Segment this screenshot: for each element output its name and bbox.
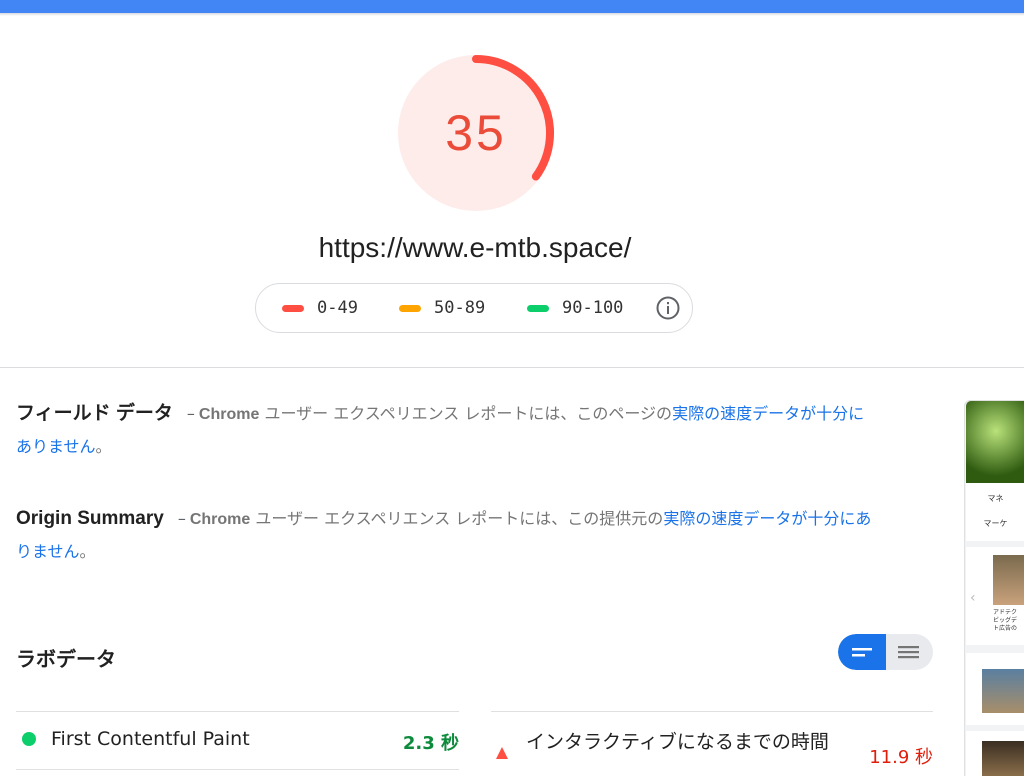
thumbnail-ad-3: ト広告の xyxy=(993,625,1018,632)
fail-pill-icon xyxy=(282,304,304,312)
legend-label-average: 50-89 xyxy=(434,298,486,318)
thumbnail-hero-image xyxy=(966,401,1024,483)
score-legend: 0-49 50-89 90-100 xyxy=(255,283,693,333)
legend-label-pass: 90-100 xyxy=(562,298,624,318)
top-bar-shadow xyxy=(0,13,1024,16)
field-data-text: ユーザー エクスペリエンス レポートには、このページの xyxy=(259,404,673,423)
thumbnail-nav-2: マーケ xyxy=(983,519,1008,528)
thumbnail-card-image xyxy=(993,555,1024,605)
metric-view-toggle[interactable] xyxy=(838,634,933,670)
metric-divider-left xyxy=(16,711,459,712)
legend-item-average: 50-89 xyxy=(399,284,485,332)
section-divider xyxy=(0,367,1024,368)
pass-dot-icon xyxy=(22,732,36,746)
metric-fcp-value: 2.3 秒 xyxy=(402,733,459,754)
metric-tti-value: 11.9 秒 xyxy=(869,747,933,768)
field-data-end: 。 xyxy=(95,437,112,456)
thumbnail-card-2 xyxy=(966,653,1024,725)
metric-tti-label: インタラクティブになるまでの時間 xyxy=(526,731,829,753)
metric-divider-right xyxy=(491,711,933,712)
thumbnail-card-3-image xyxy=(982,741,1024,776)
origin-summary-section: Origin Summary – Chrome ユーザー エクスペリエンス レポート… xyxy=(16,503,872,568)
field-data-title: フィールド データ xyxy=(16,403,173,424)
field-data-chrome: Chrome xyxy=(198,406,260,423)
metric-fcp-label: First Contentful Paint xyxy=(51,728,250,750)
thumbnail-card-text: アドテク ビッグデ ト広告の xyxy=(993,609,1024,633)
field-data-section: フィールド データ – Chrome ユーザー エクスペリエンス レポートには、この… xyxy=(16,398,872,463)
thumbnail-card-2-image xyxy=(982,669,1024,713)
thumbnail-nav-1: マネ xyxy=(987,494,1004,503)
fail-triangle-icon xyxy=(496,747,508,759)
pass-pill-icon xyxy=(527,304,549,312)
origin-summary-end: 。 xyxy=(79,542,96,561)
average-pill-icon xyxy=(399,304,421,312)
metric-fcp: First Contentful Paint xyxy=(22,728,250,750)
metric-divider-left-bottom xyxy=(16,769,459,770)
top-accent-bar xyxy=(0,0,1024,13)
thumbnail-nav: マネ マーケ xyxy=(966,483,1024,541)
toggle-compact-view[interactable] xyxy=(838,634,886,670)
field-data-dash: – xyxy=(186,404,195,423)
origin-summary-dash: – xyxy=(177,509,186,528)
compact-view-icon xyxy=(852,648,872,657)
lab-data-title: ラボデータ xyxy=(16,649,116,671)
performance-score-gauge: 35 xyxy=(396,53,556,213)
legend-item-fail: 0-49 xyxy=(282,284,358,332)
origin-summary-chrome: Chrome xyxy=(189,511,251,528)
info-icon[interactable] xyxy=(656,296,680,320)
page-screenshot-thumbnail: マネ マーケ ‹ アドテク ビッグデ ト広告の xyxy=(964,400,1024,776)
thumbnail-ad-1: アドテク xyxy=(993,609,1018,616)
thumbnail-card-3 xyxy=(966,731,1024,776)
origin-summary-text: ユーザー エクスペリエンス レポートには、この提供元の xyxy=(250,509,664,528)
performance-score: 35 xyxy=(445,105,507,161)
origin-summary-title: Origin Summary xyxy=(16,508,164,529)
tested-url: https://www.e-mtb.space/ xyxy=(318,232,632,263)
legend-item-pass: 90-100 xyxy=(527,284,623,332)
toggle-expanded-view[interactable] xyxy=(886,634,933,670)
expanded-view-icon xyxy=(898,646,919,659)
legend-label-fail: 0-49 xyxy=(317,298,358,318)
thumbnail-ad-2: ビッグデ xyxy=(993,617,1018,624)
metric-tti: インタラクティブになるまでの時間 xyxy=(495,728,846,760)
thumbnail-chevron-left-icon: ‹ xyxy=(970,590,976,606)
thumbnail-card: ‹ アドテク ビッグデ ト広告の xyxy=(966,547,1024,645)
